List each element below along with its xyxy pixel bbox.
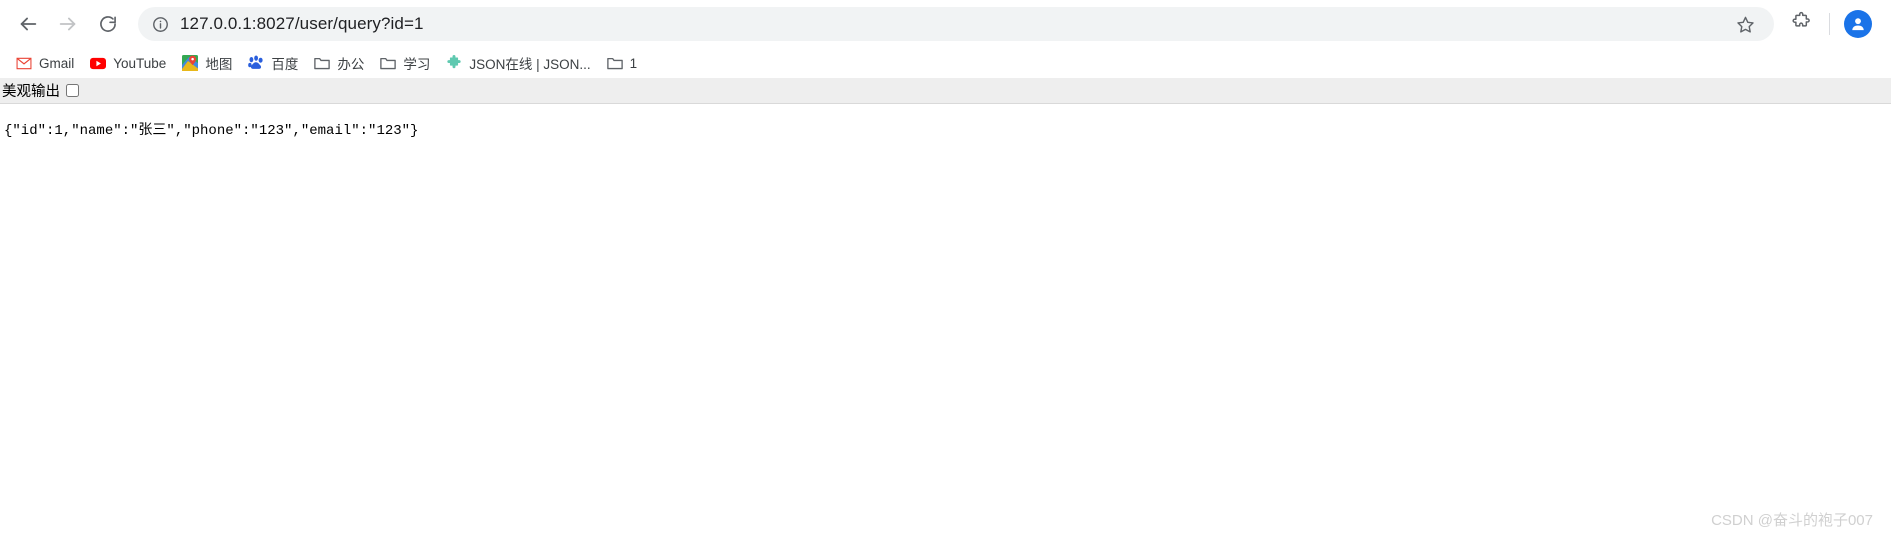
puzzle-piece-icon	[1791, 11, 1812, 37]
google-maps-icon	[182, 55, 199, 71]
folder-icon	[606, 55, 623, 71]
folder-icon	[314, 55, 331, 71]
bookmark-label: 地图	[205, 57, 233, 72]
back-arrow-icon	[17, 13, 39, 35]
bookmark-json-viewer[interactable]: JSON在线 | JSON...	[438, 51, 598, 75]
browser-window: 127.0.0.1:8027/user/query?id=1 Gmail You…	[0, 0, 1891, 540]
pretty-print-checkbox[interactable]	[66, 84, 79, 97]
url-text: 127.0.0.1:8027/user/query?id=1	[180, 14, 424, 33]
reload-button[interactable]	[88, 4, 128, 44]
bookmark-label: JSON在线 | JSON...	[469, 57, 591, 72]
json-response-output: {"id":1,"name":"张三","phone":"123","email…	[4, 123, 419, 139]
info-circle-icon[interactable]	[146, 10, 174, 38]
bookmark-label: 1	[629, 55, 638, 71]
pretty-print-label: 美观输出	[2, 84, 60, 100]
forward-button[interactable]	[48, 4, 88, 44]
back-button[interactable]	[8, 4, 48, 44]
bookmark-folder-study[interactable]: 学习	[372, 51, 438, 75]
json-viewer-icon	[446, 55, 462, 71]
bookmark-label: Gmail	[39, 55, 75, 71]
toolbar-divider	[1829, 13, 1830, 35]
bookmark-label: 学习	[403, 57, 431, 72]
bookmarks-bar: Gmail YouTube 地图 百度 办公 学习 JSON在线 | JSON.…	[0, 48, 1891, 78]
star-icon[interactable]	[1730, 9, 1760, 39]
csdn-watermark: CSDN @奋斗的袍子007	[1711, 512, 1873, 529]
bookmark-label: 百度	[271, 57, 299, 72]
avatar-icon	[1844, 10, 1872, 38]
reload-icon	[98, 14, 118, 34]
bookmark-label: 办公	[337, 57, 365, 72]
bookmark-maps[interactable]: 地图	[174, 51, 240, 75]
forward-arrow-icon	[57, 13, 79, 35]
youtube-icon	[90, 55, 107, 71]
browser-toolbar: 127.0.0.1:8027/user/query?id=1	[0, 0, 1891, 48]
bookmark-label: YouTube	[113, 55, 167, 71]
gmail-icon	[16, 55, 32, 71]
page-viewport: 美观输出 {"id":1,"name":"张三","phone":"123","…	[0, 78, 1891, 540]
address-bar[interactable]: 127.0.0.1:8027/user/query?id=1	[138, 7, 1774, 41]
bookmark-baidu[interactable]: 百度	[240, 51, 306, 75]
profile-button[interactable]	[1839, 5, 1877, 43]
toolbar-right-actions	[1782, 5, 1877, 43]
pretty-print-bar: 美观输出	[0, 78, 1891, 104]
bookmark-youtube[interactable]: YouTube	[82, 51, 174, 75]
bookmark-folder-office[interactable]: 办公	[306, 51, 372, 75]
omnibox-actions	[1730, 9, 1760, 39]
extensions-button[interactable]	[1782, 5, 1820, 43]
baidu-icon	[248, 55, 264, 71]
folder-icon	[380, 55, 397, 71]
bookmark-gmail[interactable]: Gmail	[8, 51, 82, 75]
bookmark-folder-1[interactable]: 1	[599, 51, 646, 75]
